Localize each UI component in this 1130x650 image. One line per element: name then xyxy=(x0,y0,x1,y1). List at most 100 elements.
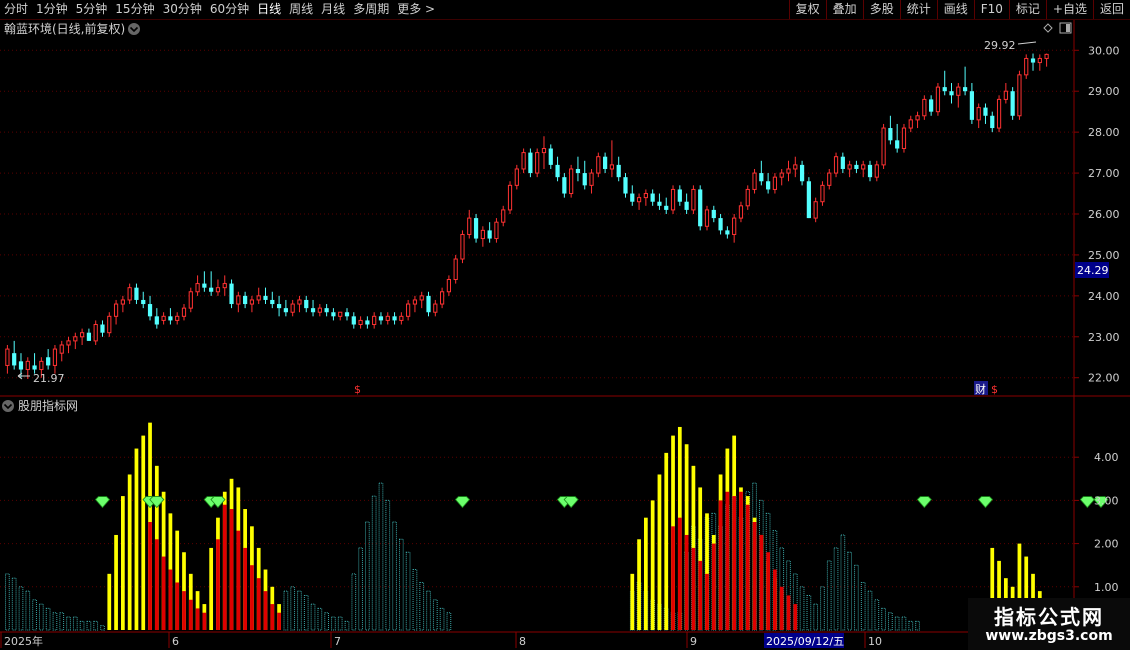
candle-body xyxy=(433,303,438,313)
candle xyxy=(603,152,608,174)
price-tick-label: 29.00 xyxy=(1088,85,1120,98)
candle-body xyxy=(154,316,159,325)
red-bar xyxy=(263,591,268,630)
candle xyxy=(256,287,261,305)
period-tab-4[interactable]: 30分钟 xyxy=(159,0,206,19)
candle xyxy=(630,185,635,206)
candle xyxy=(582,160,587,190)
candle-body xyxy=(276,304,282,309)
stock-chart[interactable]: 30.00 29.00 28.00 27.00 26.00 25.00 24.00 23.00… xyxy=(0,20,1130,650)
candle-body xyxy=(589,172,594,186)
diamond-icon xyxy=(977,496,994,509)
candle xyxy=(643,189,648,206)
yellow-bar xyxy=(127,474,132,630)
candle xyxy=(806,177,811,219)
candle-body xyxy=(956,86,961,96)
cyan-bar xyxy=(66,616,71,631)
candle-body xyxy=(766,181,771,190)
candle xyxy=(236,291,241,313)
time-tick-label: 2025/09/12/五 xyxy=(766,635,844,648)
yellow-bar xyxy=(141,435,146,630)
yellow-bar xyxy=(209,547,214,630)
tool-button-6[interactable]: +自选 xyxy=(1045,0,1093,19)
tool-button-2[interactable]: 多股 xyxy=(862,0,900,19)
candle-body xyxy=(1024,57,1029,76)
cyan-bar xyxy=(412,569,418,631)
period-tab-0[interactable]: 分时 xyxy=(0,0,32,19)
tool-button-4[interactable]: 画线 xyxy=(936,0,974,19)
candle-body xyxy=(664,205,669,210)
period-tab-9[interactable]: 多周期 xyxy=(349,0,393,19)
cyan-bar xyxy=(18,586,24,631)
time-tick-label: 10 xyxy=(868,635,882,648)
diamond-icon xyxy=(94,496,111,509)
candle xyxy=(59,340,64,362)
period-tab-6[interactable]: 日线 xyxy=(253,0,285,19)
red-bar xyxy=(222,504,227,630)
yellow-bar xyxy=(637,539,641,630)
period-tab-10[interactable]: 更多 > xyxy=(393,0,439,19)
cyan-bar xyxy=(385,499,391,631)
candle-body xyxy=(915,115,920,121)
expand-icon[interactable] xyxy=(1043,23,1053,33)
panel-menu-icon[interactable] xyxy=(128,23,140,35)
candle xyxy=(134,283,139,305)
candle-body xyxy=(908,119,913,129)
cyan-bar xyxy=(290,586,296,631)
candle-body xyxy=(365,320,370,325)
tool-button-7[interactable]: 返回 xyxy=(1092,0,1130,19)
candle-body xyxy=(888,128,893,141)
candle xyxy=(854,160,859,174)
dividend-flag-2[interactable]: $ xyxy=(991,383,998,396)
finance-flag[interactable]: 财 xyxy=(975,382,986,396)
candle-body xyxy=(759,173,764,182)
red-bar xyxy=(229,509,234,630)
candle-body xyxy=(406,303,411,317)
cyan-bar xyxy=(79,620,85,631)
cyan-bar xyxy=(331,616,336,631)
cyan-bar xyxy=(426,590,431,631)
tool-button-5[interactable]: F10 xyxy=(973,0,1009,19)
indicator-menu-icon[interactable] xyxy=(2,400,14,412)
candle-body xyxy=(304,299,309,309)
candle xyxy=(73,332,78,350)
yellow-bar xyxy=(664,452,669,630)
candle-body xyxy=(161,315,166,321)
candle xyxy=(745,185,750,210)
cyan-bar xyxy=(351,573,357,631)
candle xyxy=(962,66,968,96)
tool-button-0[interactable]: 复权 xyxy=(788,0,826,19)
candle xyxy=(766,173,771,194)
candle-body xyxy=(840,156,845,169)
candle-body xyxy=(39,360,44,371)
candle xyxy=(52,344,58,374)
candle xyxy=(86,328,92,341)
candle-body xyxy=(215,287,221,293)
tool-button-1[interactable]: 叠加 xyxy=(825,0,863,19)
period-tab-8[interactable]: 月线 xyxy=(317,0,349,19)
red-bar xyxy=(168,569,173,630)
dividend-flag[interactable]: $ xyxy=(354,383,361,396)
tool-button-3[interactable]: 统计 xyxy=(899,0,937,19)
candle xyxy=(154,308,159,329)
period-tab-2[interactable]: 5分钟 xyxy=(72,0,112,19)
red-bar xyxy=(691,547,696,630)
mark-button[interactable]: 标记 xyxy=(1008,0,1046,19)
period-tab-3[interactable]: 15分钟 xyxy=(111,0,158,19)
candle xyxy=(1010,87,1015,120)
candle xyxy=(535,148,540,178)
low-price-marker: 21.97 xyxy=(33,372,65,385)
candle-body xyxy=(745,188,750,207)
panel-toggle-icon[interactable] xyxy=(1059,22,1072,34)
candle-body xyxy=(439,291,445,305)
candle-body xyxy=(412,299,418,305)
candle xyxy=(996,95,1002,133)
candle xyxy=(867,160,873,182)
period-tab-7[interactable]: 周线 xyxy=(285,0,317,19)
period-tab-1[interactable]: 1分钟 xyxy=(32,0,72,19)
candle-body xyxy=(799,164,805,182)
candle-body xyxy=(643,193,648,199)
period-tab-5[interactable]: 60分钟 xyxy=(206,0,253,19)
high-marker-arrow xyxy=(1017,41,1037,45)
candle-body xyxy=(521,152,526,170)
